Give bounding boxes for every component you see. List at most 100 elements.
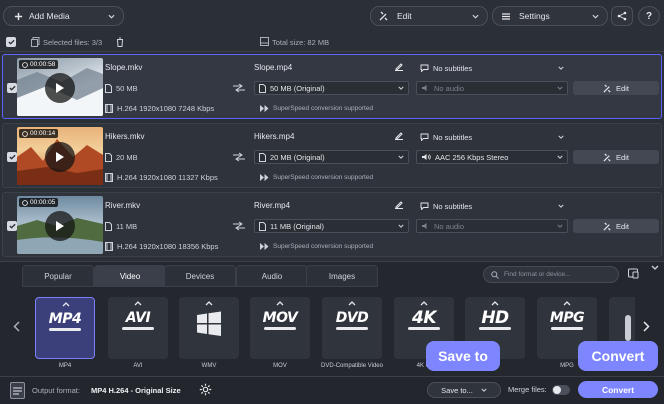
subtitles-select[interactable]: No subtitles — [416, 130, 568, 144]
chevron-down-icon — [557, 224, 563, 228]
subtitles-select[interactable]: No subtitles — [416, 61, 568, 75]
tab-devices[interactable]: Devices — [164, 265, 236, 287]
format-search[interactable]: Find format or device... — [483, 266, 619, 283]
chevron-down-icon — [472, 14, 479, 19]
edit-button[interactable]: Edit — [370, 6, 488, 26]
file-icon — [105, 153, 112, 162]
settings-button[interactable]: Settings — [492, 6, 608, 26]
play-button[interactable] — [45, 142, 75, 172]
audio-select[interactable]: No audio — [416, 219, 568, 233]
chevron-down-icon — [398, 155, 404, 159]
gear-icon[interactable] — [199, 383, 212, 396]
chevron-down-icon — [108, 14, 115, 19]
windows-logo-icon — [196, 311, 222, 337]
video-thumbnail[interactable]: 00:00:14 — [17, 127, 103, 185]
chevron-down-icon — [557, 155, 563, 159]
clock-icon — [22, 130, 28, 137]
pencil-icon[interactable] — [394, 130, 404, 140]
format-dvd[interactable]: DVD — [322, 297, 382, 359]
format-logo: 4K — [411, 308, 437, 328]
help-button[interactable]: ? — [638, 6, 660, 26]
format-wmv[interactable] — [179, 297, 239, 359]
file-edit-button[interactable]: Edit — [573, 219, 659, 233]
file-row[interactable]: 00:00:58 Slope.mkv 50 MB H.264 1920x1080… — [2, 54, 662, 119]
speech-bubble-icon — [420, 202, 429, 210]
output-file-name: Hikers.mp4 — [254, 132, 295, 141]
codec-text: H.264 1920x1080 7248 Kbps — [117, 104, 215, 113]
film-icon — [105, 173, 113, 182]
format-label: AVI — [133, 363, 143, 369]
fast-forward-icon — [260, 174, 269, 181]
file-icon — [105, 84, 112, 93]
file-edit-button[interactable]: Edit — [573, 81, 659, 95]
format-bar — [49, 328, 81, 331]
file-size-text: 50 MB — [116, 84, 138, 93]
scrollbar-thumb[interactable] — [625, 315, 631, 341]
file-row[interactable]: 00:00:05 River.mkv 11 MB H.264 1920x1080… — [2, 192, 662, 257]
format-bar — [122, 327, 154, 330]
format-logo: AVI — [125, 310, 151, 326]
chevron-up-icon — [62, 302, 70, 307]
convert-arrow-icon — [232, 221, 246, 231]
chevron-up-icon — [276, 301, 284, 306]
trash-icon[interactable] — [116, 37, 124, 47]
tab-video[interactable]: Video — [94, 265, 166, 287]
select-all-checkbox[interactable] — [6, 37, 16, 47]
pencil-icon[interactable] — [394, 61, 404, 71]
pencil-icon[interactable] — [394, 199, 404, 209]
file-checkbox[interactable] — [7, 221, 17, 231]
add-media-label: Add Media — [29, 11, 70, 21]
format-avi[interactable]: AVI — [108, 297, 168, 359]
audio-select[interactable]: No audio — [416, 81, 568, 95]
format-logo: MPG — [549, 310, 585, 326]
audio-select[interactable]: AAC 256 Kbps Stereo — [416, 150, 568, 164]
share-button[interactable] — [611, 6, 633, 26]
plus-icon — [14, 12, 23, 21]
play-button[interactable] — [45, 211, 75, 241]
add-media-button[interactable]: Add Media — [3, 6, 124, 26]
tools-icon — [603, 152, 612, 162]
subtitles-text: No subtitles — [433, 63, 473, 73]
tab-images[interactable]: Images — [306, 265, 378, 287]
file-row[interactable]: 00:00:14 Hikers.mkv 20 MB H.264 1920x108… — [2, 123, 662, 188]
superspeed-note: SuperSpeed conversion supported — [260, 105, 373, 112]
play-button[interactable] — [45, 73, 75, 103]
format-mov[interactable]: MOV — [250, 297, 310, 359]
codec-text: H.264 1920x1080 18356 Kbps — [117, 242, 219, 251]
save-to-button[interactable]: Save to... — [427, 382, 501, 398]
superspeed-text: SuperSpeed conversion supported — [273, 105, 374, 112]
subtitles-select[interactable]: No subtitles — [416, 199, 568, 213]
film-icon — [105, 242, 113, 251]
output-size-select[interactable]: 50 MB (Original) — [254, 81, 409, 95]
output-size-select[interactable]: 11 MB (Original) — [254, 219, 409, 233]
merge-files-toggle[interactable] — [552, 385, 570, 395]
scroll-right-icon[interactable] — [643, 321, 650, 332]
format-label: MP4 — [58, 363, 72, 369]
tab-audio[interactable]: Audio — [236, 265, 308, 287]
clock-icon — [22, 61, 28, 68]
output-size-select[interactable]: 20 MB (Original) — [254, 150, 409, 164]
chevron-down-icon — [558, 135, 564, 139]
clock-icon — [22, 199, 28, 206]
total-size-label: Total size: 82 MB — [272, 38, 330, 47]
file-edit-button[interactable]: Edit — [573, 150, 659, 164]
convert-tooltip: Convert — [578, 341, 658, 371]
file-checkbox[interactable] — [7, 152, 17, 162]
video-thumbnail[interactable]: 00:00:58 — [17, 58, 103, 116]
file-checkbox[interactable] — [7, 83, 17, 93]
play-icon — [55, 151, 65, 163]
format-mp4[interactable]: MP4 — [35, 297, 95, 359]
subtitles-text: No subtitles — [433, 201, 473, 211]
collapse-chevron-icon[interactable] — [651, 265, 659, 270]
video-thumbnail[interactable]: 00:00:05 — [17, 196, 103, 254]
output-format-value: MP4 H.264 - Original Size — [91, 386, 181, 395]
files-icon — [31, 37, 40, 47]
convert-button[interactable]: Convert — [578, 381, 658, 398]
chevron-down-icon — [558, 66, 564, 70]
format-bar — [551, 327, 583, 330]
scroll-left-icon[interactable] — [13, 321, 20, 332]
search-placeholder: Find format or device... — [504, 271, 571, 278]
tab-popular[interactable]: Popular — [22, 265, 94, 287]
device-detect-icon[interactable] — [628, 268, 639, 279]
chevron-down-icon — [557, 86, 563, 90]
